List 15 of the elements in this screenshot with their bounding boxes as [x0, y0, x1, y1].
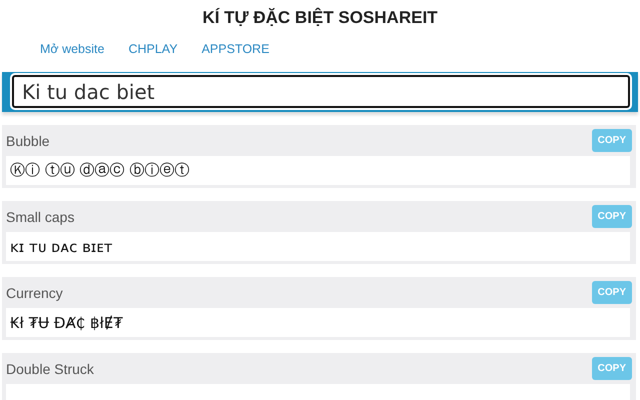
output-text: ₭ł ₮Ʉ ĐȺ₵ ฿łɆ₮ [10, 314, 123, 332]
style-name: Double Struck [6, 360, 94, 376]
input-field[interactable]: Ki tu dac biet [12, 75, 630, 108]
nav-link[interactable]: CHPLAY [128, 42, 178, 64]
output-box[interactable]: ₭ł ₮Ʉ ĐȺ₵ ฿łɆ₮ [6, 308, 630, 337]
nav-link[interactable]: Mở website [40, 42, 104, 64]
output-box[interactable]: ᴋɪ ᴛᴜ ᴅᴀᴄ ʙɪᴇᴛ [6, 232, 630, 261]
style-name: Bubble [6, 132, 50, 148]
nav-link[interactable]: APPSTORE [202, 42, 270, 64]
style-name: Currency [6, 284, 63, 300]
style-name: Small caps [6, 208, 74, 224]
output-text: Ⓚⓘ ⓣⓤ ⓓⓐⓒ ⓑⓘⓔⓣ [10, 161, 190, 180]
output-box[interactable]: Ⓚⓘ ⓣⓤ ⓓⓐⓒ ⓑⓘⓔⓣ [6, 156, 630, 185]
page-title: KÍ TỰ ĐẶC BIỆT SOSHAREIT [201, 6, 439, 29]
output-text: ᴋɪ ᴛᴜ ᴅᴀᴄ ʙɪᴇᴛ [10, 238, 112, 256]
